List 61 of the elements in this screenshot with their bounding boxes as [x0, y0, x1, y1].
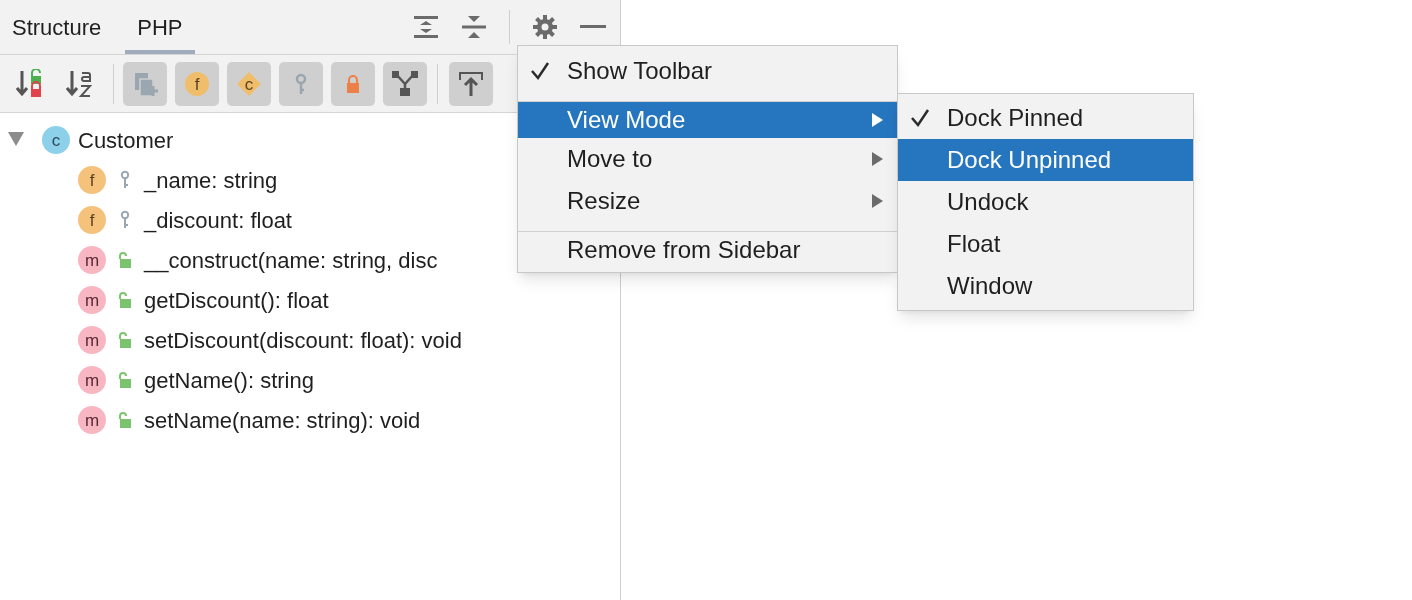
tree-item[interactable]: _discount: float: [144, 203, 292, 237]
menu-item[interactable]: Float: [898, 223, 1193, 265]
menu-item[interactable]: Remove from Sidebar: [518, 226, 897, 268]
menu-item-label: Remove from Sidebar: [567, 234, 802, 265]
menu-item[interactable]: View Mode: [518, 96, 897, 138]
menu-item-label: Move to: [567, 144, 654, 174]
tree-item[interactable]: setName(name: string): void: [144, 403, 421, 437]
unlocked-lock-icon: [117, 331, 133, 349]
menu-item-label: Dock Unpinned: [947, 145, 1112, 175]
key-toggle[interactable]: [279, 61, 323, 106]
sort-alphabetically-icon[interactable]: [66, 68, 94, 99]
menu-item-label: Float: [947, 229, 1001, 259]
method-badge: m: [78, 326, 106, 354]
key-icon: [118, 210, 132, 230]
tree-item[interactable]: setDiscount(discount: float): void: [144, 323, 462, 357]
key-icon: [118, 170, 132, 190]
scroll-from-source-icon: [457, 69, 485, 98]
method-badge: m: [78, 246, 106, 274]
tree-item[interactable]: getName(): string: [144, 363, 314, 397]
field-toggle[interactable]: f: [175, 61, 219, 106]
inherited-members-toggle[interactable]: [123, 61, 167, 106]
scroll-from-source-toggle[interactable]: [449, 61, 493, 106]
tab[interactable]: Structure: [0, 0, 114, 54]
menu-item[interactable]: Window: [898, 265, 1193, 307]
menu-item-label: Window: [947, 271, 1033, 301]
field-icon: f: [183, 69, 211, 98]
menu-item[interactable]: Resize: [518, 180, 897, 222]
diamond-toggle[interactable]: c: [227, 61, 271, 106]
settings-icon[interactable]: [532, 14, 558, 40]
field-badge: f: [78, 206, 106, 234]
method-badge: m: [78, 366, 106, 394]
unlocked-lock-icon: [117, 251, 133, 269]
collapse-all-icon[interactable]: [461, 14, 487, 40]
minimize-icon[interactable]: [580, 25, 606, 29]
menu-item-label: View Mode: [567, 104, 687, 135]
menu-item-label: Dock Pinned: [947, 103, 1084, 133]
menu-item[interactable]: Move to: [518, 138, 897, 180]
class-badge: c: [42, 126, 70, 154]
expand-triangle-icon[interactable]: [8, 132, 24, 148]
tree-item[interactable]: Customer: [78, 123, 174, 157]
tree-item[interactable]: _name: string: [144, 163, 278, 197]
branch-toggle[interactable]: [383, 61, 427, 106]
tree-item[interactable]: __construct(name: string, disc: [144, 243, 438, 277]
branch-icon: [391, 69, 419, 98]
menu-item-label: Undock: [947, 187, 1029, 217]
menu-item[interactable]: Dock Pinned: [898, 97, 1193, 139]
menu-item-label: Resize: [567, 186, 642, 216]
menu-item[interactable]: Dock Unpinned: [898, 139, 1193, 181]
unlocked-lock-icon: [117, 411, 133, 429]
diamond-icon: c: [235, 69, 263, 98]
menu-item[interactable]: Show Toolbar: [518, 50, 897, 92]
menu-item-label: Show Toolbar: [567, 56, 713, 86]
field-badge: f: [78, 166, 106, 194]
unlocked-lock-icon: [117, 291, 133, 309]
tree-item[interactable]: getDiscount(): float: [144, 283, 329, 317]
expand-all-icon[interactable]: [413, 14, 439, 40]
menu-item[interactable]: Undock: [898, 181, 1193, 223]
method-badge: m: [78, 286, 106, 314]
method-badge: m: [78, 406, 106, 434]
unlocked-lock-icon: [117, 371, 133, 389]
lock-toggle[interactable]: [331, 61, 375, 106]
